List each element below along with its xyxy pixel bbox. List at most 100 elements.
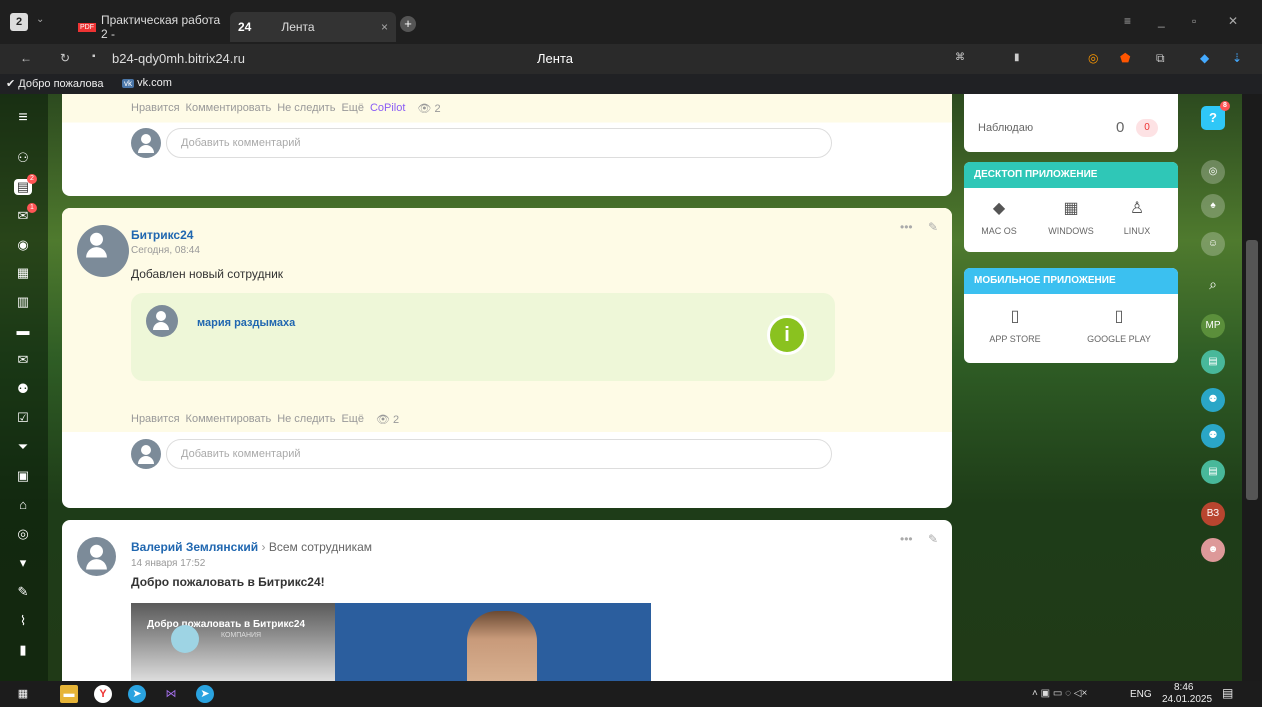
comment-input[interactable]: Добавить комментарий <box>166 439 832 469</box>
collab-icon[interactable]: ◉ <box>14 237 32 253</box>
user-photo-avatar[interactable]: ☻ <box>1201 538 1225 562</box>
copilot-link[interactable]: CoPilot <box>370 102 405 115</box>
yandex-browser-icon[interactable]: Y <box>94 685 112 703</box>
scrollbar-thumb[interactable] <box>1246 240 1258 500</box>
views-counter: 👁 2 <box>375 414 400 426</box>
sites-icon[interactable]: ⌂ <box>14 497 32 513</box>
marketing-icon[interactable]: ◎ <box>14 526 32 542</box>
group-avatar[interactable]: ⚉ <box>1201 388 1225 412</box>
calendar-icon[interactable]: ▦ <box>14 265 32 281</box>
drive-icon[interactable]: ▬ <box>14 323 32 339</box>
pin-icon[interactable]: ✎ <box>928 532 938 546</box>
menu-icon[interactable]: ≡ <box>1124 14 1131 28</box>
more-link[interactable]: Ещё <box>341 102 364 115</box>
telegram-icon[interactable]: ➤ <box>128 685 146 703</box>
like-link[interactable]: Нравится <box>131 102 180 115</box>
mail-icon[interactable]: ✉ <box>14 352 32 368</box>
tasks-widget: Наблюдаю 0 0 <box>964 94 1178 152</box>
calculator-icon[interactable]: ▣ <box>14 468 32 484</box>
user-avatar[interactable]: МР <box>1201 314 1225 338</box>
author-link[interactable]: Валерий Землянский <box>131 540 258 554</box>
comment-input[interactable]: Добавить комментарий <box>166 128 832 158</box>
extension-orange-icon[interactable]: ◎ <box>1088 51 1098 65</box>
documents-icon[interactable]: ▥ <box>14 294 32 310</box>
feed-icon[interactable]: ▤ 2 <box>14 174 37 195</box>
notification-center-icon[interactable]: ▤ <box>1222 686 1233 700</box>
windows-start-icon[interactable]: ▦ <box>14 685 32 703</box>
bookmark-vk[interactable]: vk vk.com <box>122 77 172 89</box>
clock-date[interactable]: 24.01.2025 <box>1162 694 1212 705</box>
notifications-icon[interactable]: ♠ <box>1201 194 1225 218</box>
watching-label[interactable]: Наблюдаю <box>978 122 1033 134</box>
telegram-icon[interactable]: ➤ <box>196 685 214 703</box>
bookmark-welcome[interactable]: ✔ Добро пожалова <box>6 77 104 90</box>
search-icon[interactable]: ⌕ <box>1201 272 1225 296</box>
browser-tab-bar: 2 ⌄ PDF Практическая работа 2 - 24 Лента… <box>0 0 1262 44</box>
chat-icon[interactable]: ✉ 1 <box>14 203 37 224</box>
automation-icon[interactable]: ⌇ <box>14 613 32 629</box>
more-icon[interactable]: ••• <box>900 532 913 546</box>
sign-icon[interactable]: ✎ <box>14 584 32 600</box>
appstore-link[interactable]: ▯ APP STORE <box>980 306 1050 344</box>
restore-icon[interactable]: ▫ <box>1192 14 1196 28</box>
macos-label: MAC OS <box>981 226 1017 236</box>
tasks-icon[interactable]: ☑ <box>14 410 32 426</box>
chat-avatar[interactable]: ▤ <box>1201 460 1225 484</box>
bookmark-welcome-label: Добро пожалова <box>18 78 104 90</box>
clock-time[interactable]: 8:46 <box>1174 682 1193 693</box>
extension-shield-icon[interactable]: ⬟ <box>1120 51 1130 65</box>
analytics-icon[interactable]: ▮ <box>14 642 32 658</box>
linux-link[interactable]: ♙ LINUX <box>1102 198 1172 236</box>
tab-count-button[interactable]: 2 <box>10 13 28 31</box>
close-window-icon[interactable]: ✕ <box>1228 14 1238 28</box>
video-left-panel: Добро пожаловать в Битрикс24 компания <box>131 603 335 681</box>
more-icon[interactable]: ••• <box>900 220 913 234</box>
watching-count: 0 <box>1116 119 1125 136</box>
chat-avatar[interactable]: ▤ <box>1201 350 1225 374</box>
scrollbar[interactable] <box>1242 94 1262 681</box>
bookmark-icon[interactable]: ▮ <box>1014 52 1020 63</box>
comment-link[interactable]: Комментировать <box>186 102 272 115</box>
pin-icon[interactable]: ✎ <box>928 220 938 234</box>
group-avatar[interactable]: ⚉ <box>1201 424 1225 448</box>
crm-filter-icon[interactable]: ⏷ <box>14 439 32 455</box>
post-author[interactable]: Битрикс24 <box>131 228 193 242</box>
tab-label: Лента <box>281 20 315 34</box>
video-title: Добро пожаловать в Битрикс24 <box>147 619 306 630</box>
employee-name[interactable]: мария раздымаха <box>197 317 295 329</box>
user-avatar[interactable]: ВЗ <box>1201 502 1225 526</box>
tab-feed[interactable]: 24 Лента × <box>230 12 396 42</box>
employees-icon[interactable]: ⚉ <box>14 381 32 397</box>
googleplay-link[interactable]: ▯ GOOGLE PLAY <box>1074 306 1164 344</box>
language-indicator[interactable]: ENG <box>1130 689 1152 700</box>
extension-puzzle-icon[interactable]: ⧉ <box>1156 51 1165 66</box>
more-link[interactable]: Ещё <box>341 413 364 426</box>
unfollow-link[interactable]: Не следить <box>277 102 335 115</box>
like-link[interactable]: Нравится <box>131 413 180 426</box>
tab-practical-work[interactable]: PDF Практическая работа 2 - <box>78 12 224 42</box>
video-preview[interactable]: Добро пожаловать в Битрикс24 компания <box>131 603 651 681</box>
comment-link[interactable]: Комментировать <box>186 413 272 426</box>
profile-icon[interactable]: ◆ <box>1200 51 1209 65</box>
new-tab-button[interactable]: + <box>400 16 416 32</box>
close-icon[interactable]: × <box>381 20 388 34</box>
minimize-icon[interactable]: _ <box>1158 14 1165 28</box>
translate-icon[interactable]: ⌘ <box>955 52 965 63</box>
explorer-icon[interactable]: ▬ <box>60 685 78 703</box>
copilot-icon[interactable]: ◎ <box>1201 160 1225 184</box>
shop-icon[interactable]: ▾ <box>14 555 32 571</box>
menu-icon[interactable]: ≡ <box>14 110 32 126</box>
url-field[interactable]: b24-qdy0mh.bitrix24.ru <box>112 51 245 66</box>
macos-link[interactable]: ◆ MAC OS <box>964 198 1034 236</box>
help-icon[interactable]: ? 8 <box>1201 101 1230 130</box>
windows-link[interactable]: ▦ WINDOWS <box>1036 198 1106 236</box>
messages-icon[interactable]: ☺ <box>1201 232 1225 256</box>
reload-icon[interactable]: ↻ <box>60 51 70 65</box>
sitemap-icon[interactable]: ⚇ <box>14 150 32 166</box>
visual-studio-icon[interactable]: ⋈ <box>162 685 180 703</box>
chevron-down-icon[interactable]: ⌄ <box>36 14 44 25</box>
recipient[interactable]: Всем сотрудникам <box>269 540 372 554</box>
download-icon[interactable]: ⇣ <box>1232 51 1242 65</box>
unfollow-link[interactable]: Не следить <box>277 413 335 426</box>
back-icon[interactable]: ← <box>20 51 32 65</box>
